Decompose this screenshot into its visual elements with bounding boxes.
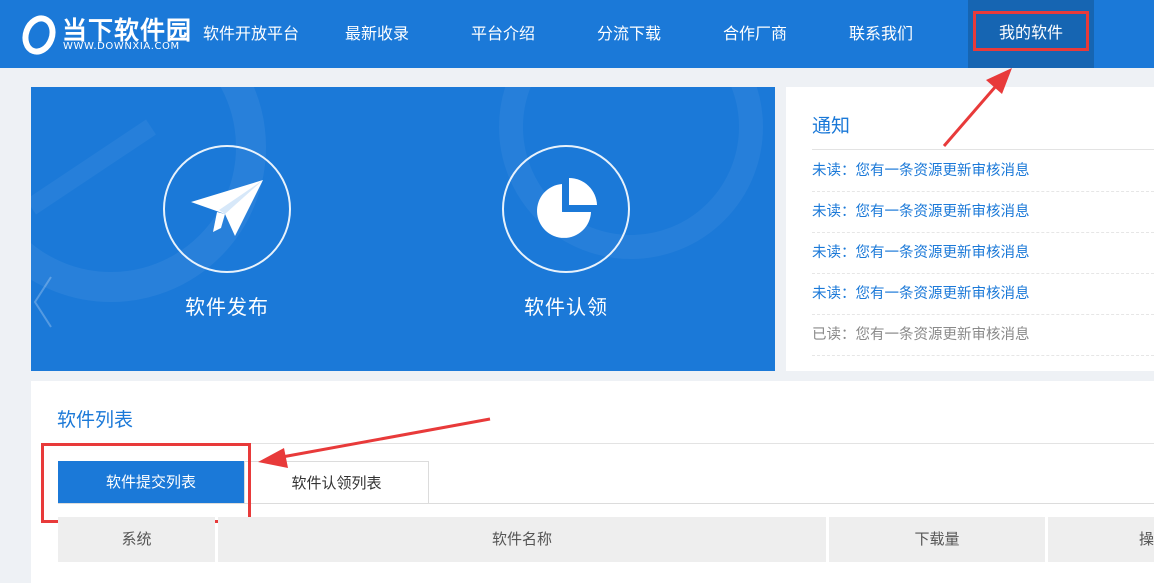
notice-item[interactable]: 已读：您有一条资源更新审核消息 [812,315,1154,356]
column-header-actions[interactable]: 操 [1048,517,1154,562]
pie-chart-icon [537,178,597,238]
notice-title: 通知 [812,115,851,137]
notice-divider [812,149,1154,150]
nav-item-platform-intro[interactable]: 平台介绍 [440,0,566,68]
notice-list: 未读：您有一条资源更新审核消息 未读：您有一条资源更新审核消息 未读：您有一条资… [812,151,1154,356]
notice-panel: 通知 未读：您有一条资源更新审核消息 未读：您有一条资源更新审核消息 未读：您有… [786,87,1154,371]
feature-claim-circle [502,145,630,273]
table-header: 系统 软件名称 下载量 操 [58,517,1154,562]
nav-item-my-software[interactable]: 我的软件 [968,0,1094,68]
column-header-name[interactable]: 软件名称 [218,517,826,562]
notice-item[interactable]: 未读：您有一条资源更新审核消息 [812,151,1154,192]
site-logo[interactable]: 当下软件园 WWW.DOWNXIA.COM [18,9,191,59]
feature-publish-circle [163,145,291,273]
nav-item-mirror-download[interactable]: 分流下载 [566,0,692,68]
paper-plane-icon [191,180,263,236]
notice-item[interactable]: 未读：您有一条资源更新审核消息 [812,274,1154,315]
logo-icon [22,15,56,55]
nav-item-partners[interactable]: 合作厂商 [692,0,818,68]
notice-item[interactable]: 未读：您有一条资源更新审核消息 [812,192,1154,233]
column-header-system[interactable]: 系统 [58,517,215,562]
feature-claim-label: 软件认领 [524,295,608,319]
tab-claimed-software[interactable]: 软件认领列表 [244,461,429,503]
nav-item-contact[interactable]: 联系我们 [818,0,944,68]
nav-item-latest[interactable]: 最新收录 [314,0,440,68]
feature-publish-label: 软件发布 [185,295,269,319]
feature-banner: 软件发布 软件认领 [31,87,775,371]
column-header-downloads[interactable]: 下载量 [829,517,1045,562]
software-list-panel: 软件列表 软件提交列表 软件认领列表 系统 软件名称 下载量 操 [31,381,1154,583]
software-list-title: 软件列表 [57,409,134,431]
feature-publish[interactable]: 软件发布 [127,145,327,345]
nav-item-open-platform[interactable]: 软件开放平台 [188,0,314,68]
feature-claim[interactable]: 软件认领 [466,145,666,345]
top-header: 当下软件园 WWW.DOWNXIA.COM 软件开放平台 最新收录 平台介绍 分… [0,0,1154,68]
tab-highlight-box [41,443,251,523]
logo-url: WWW.DOWNXIA.COM [63,41,180,52]
notice-item[interactable]: 未读：您有一条资源更新审核消息 [812,233,1154,274]
